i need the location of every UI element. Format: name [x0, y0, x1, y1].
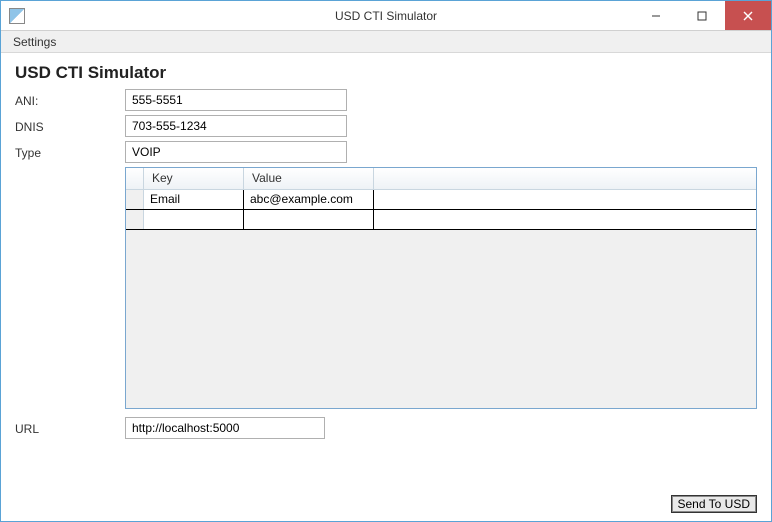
type-input[interactable] — [125, 141, 347, 163]
row-url: URL — [15, 417, 759, 439]
page-title: USD CTI Simulator — [15, 63, 759, 83]
ani-label: ANI: — [15, 92, 125, 108]
url-input[interactable] — [125, 417, 325, 439]
maximize-button[interactable] — [679, 1, 725, 30]
grid-cell-value[interactable] — [244, 210, 374, 229]
grid-header-key[interactable]: Key — [144, 168, 244, 189]
url-label: URL — [15, 420, 125, 436]
window-controls — [633, 1, 771, 30]
window-title: USD CTI Simulator — [335, 9, 437, 23]
grid-new-row[interactable] — [126, 210, 756, 230]
close-button[interactable] — [725, 1, 771, 30]
grid-row-selector[interactable] — [126, 190, 144, 209]
row-dnis: DNIS — [15, 115, 759, 137]
grid-wrap: Key Value Email abc@example.com — [125, 167, 759, 409]
grid-header-spacer — [374, 168, 756, 189]
titlebar: USD CTI Simulator — [1, 1, 771, 31]
dnis-input[interactable] — [125, 115, 347, 137]
grid-row[interactable]: Email abc@example.com — [126, 190, 756, 210]
grid-header-selector — [126, 168, 144, 189]
row-type: Type — [15, 141, 759, 163]
grid-cell-key[interactable]: Email — [144, 190, 244, 209]
grid-header: Key Value — [126, 168, 756, 190]
maximize-icon — [697, 11, 707, 21]
dnis-label: DNIS — [15, 118, 125, 134]
row-ani: ANI: — [15, 89, 759, 111]
footer: Send To USD — [671, 495, 758, 513]
grid-header-value[interactable]: Value — [244, 168, 374, 189]
menu-settings[interactable]: Settings — [7, 33, 62, 51]
type-label: Type — [15, 144, 125, 160]
grid-cell-spacer[interactable] — [374, 210, 756, 229]
data-grid[interactable]: Key Value Email abc@example.com — [125, 167, 757, 409]
send-button[interactable]: Send To USD — [671, 495, 758, 513]
ani-input[interactable] — [125, 89, 347, 111]
content: USD CTI Simulator ANI: DNIS Type Key Val… — [1, 53, 771, 451]
grid-cell-value[interactable]: abc@example.com — [244, 190, 374, 209]
grid-cell-spacer[interactable] — [374, 190, 756, 209]
minimize-icon — [651, 11, 661, 21]
close-icon — [743, 11, 753, 21]
menubar: Settings — [1, 31, 771, 53]
app-icon — [9, 8, 25, 24]
grid-row-selector[interactable] — [126, 210, 144, 229]
grid-cell-key[interactable] — [144, 210, 244, 229]
minimize-button[interactable] — [633, 1, 679, 30]
